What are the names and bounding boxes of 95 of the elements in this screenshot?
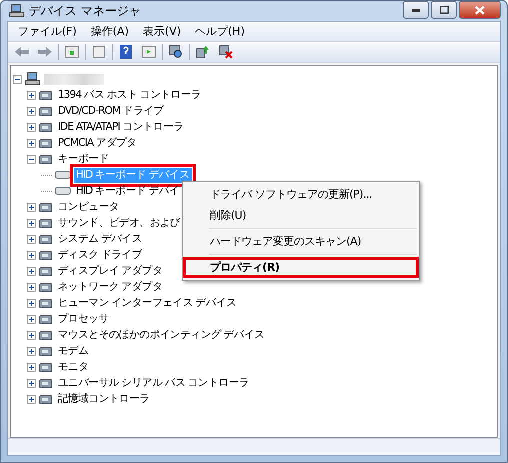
expand-toggle[interactable] (27, 330, 36, 340)
plus-icon (28, 348, 35, 354)
device-icon (39, 152, 53, 166)
device-icon (39, 296, 53, 310)
plus-icon (28, 252, 35, 258)
tree-item[interactable]: HID キーボード デバイ (74, 184, 182, 198)
menu-item[interactable]: 表示(V) (137, 23, 188, 40)
expand-toggle[interactable] (27, 202, 36, 212)
menu-item[interactable]: 操作(A) (84, 23, 136, 40)
tree-item[interactable]: ネットワーク アダプタ (56, 280, 165, 294)
collapse-toggle[interactable] (13, 74, 22, 84)
close-button[interactable] (459, 1, 501, 19)
menu-item[interactable]: 削除(U) (183, 205, 419, 226)
plus-icon (28, 364, 35, 370)
expand-toggle[interactable] (27, 378, 36, 388)
device-icon (39, 392, 53, 406)
computer-icon (9, 4, 25, 18)
blurred-label (44, 74, 104, 84)
tree-item[interactable]: コンピュータ (56, 200, 122, 214)
device-icon (39, 232, 53, 246)
tree-item[interactable]: サウンド、ビデオ、および (56, 216, 182, 230)
minimize-button[interactable] (403, 1, 429, 19)
expand-toggle[interactable] (27, 394, 36, 404)
plus-icon (28, 396, 35, 402)
maximize-icon (440, 6, 448, 14)
computer-icon (25, 72, 41, 86)
tree-item[interactable]: PCMCIA アダプタ (56, 136, 139, 150)
device-icon (39, 376, 53, 390)
menu-item[interactable]: ハードウェア変更のスキャン(A) (183, 231, 419, 252)
plus-icon (28, 140, 35, 146)
expand-toggle[interactable] (27, 282, 36, 292)
tree-item[interactable]: ユニバーサル シリアル バス コントローラ (56, 376, 252, 390)
keyboard-icon (55, 187, 71, 195)
device-icon (39, 360, 53, 374)
device-icon (39, 200, 53, 214)
expand-toggle[interactable] (27, 138, 36, 148)
maximize-button[interactable] (431, 1, 457, 19)
panel-icon[interactable] (62, 43, 82, 61)
plus-icon (28, 316, 35, 322)
expand-toggle[interactable] (27, 298, 36, 308)
tree-item[interactable]: IDE ATA/ATAPI コントローラ (56, 120, 186, 134)
tree-item[interactable]: システム デバイス (56, 232, 144, 246)
tree-item[interactable]: プロセッサ (56, 312, 112, 326)
menu-item[interactable]: ファイル(F) (12, 23, 83, 40)
window-title: デバイス マネージャ (29, 2, 141, 20)
plus-icon (28, 284, 35, 290)
keyboard-icon (55, 171, 71, 179)
menu-item[interactable]: プロパティ(R) (183, 257, 419, 278)
tree-item[interactable]: マウスとそのほかのポインティング デバイス (56, 328, 267, 342)
tree-item[interactable]: ヒューマン インターフェイス デバイス (56, 296, 238, 310)
device-icon (39, 120, 53, 134)
plus-icon (28, 124, 35, 130)
plus-icon (28, 380, 35, 386)
menu-item[interactable]: ドライバ ソフトウェアの更新(P)... (183, 184, 419, 205)
plus-icon (28, 108, 35, 114)
menu-item[interactable]: ヘルプ(H) (189, 23, 251, 40)
expand-toggle[interactable] (27, 122, 36, 132)
plus-icon (28, 300, 35, 306)
expand-toggle[interactable] (27, 234, 36, 244)
device-icon (39, 104, 53, 118)
tree-item[interactable]: キーボード (56, 152, 112, 166)
plus-icon (28, 236, 35, 242)
expand-toggle[interactable] (27, 314, 36, 324)
expand-toggle[interactable] (27, 266, 36, 276)
expand-toggle[interactable] (27, 90, 36, 100)
plus-icon (28, 220, 35, 226)
plus-icon (28, 268, 35, 274)
device-icon (39, 312, 53, 326)
close-icon (475, 6, 485, 14)
tree-item[interactable]: モデム (56, 344, 91, 358)
tree-item[interactable]: DVD/CD-ROM ドライブ (56, 104, 166, 118)
expand-toggle[interactable] (27, 218, 36, 228)
expand-toggle[interactable] (27, 346, 36, 356)
expand-toggle[interactable] (27, 250, 36, 260)
expand-toggle[interactable] (27, 106, 36, 116)
tree-item[interactable]: モニタ (56, 360, 91, 374)
device-icon (39, 344, 53, 358)
device-icon (39, 264, 53, 278)
tree-item[interactable]: 1394 バス ホスト コントローラ (56, 88, 204, 102)
tree-item[interactable]: 記憶域コントローラ (56, 392, 152, 406)
plus-icon (28, 92, 35, 98)
tree-item[interactable]: ディスク ドライブ (56, 248, 144, 262)
device-icon (39, 136, 53, 150)
minimize-icon (412, 8, 420, 12)
collapse-toggle[interactable] (27, 154, 36, 164)
device-icon (39, 328, 53, 342)
plus-icon (28, 204, 35, 210)
device-icon (39, 88, 53, 102)
panel-icon[interactable] (139, 43, 159, 61)
tree-item[interactable]: ディスプレイ アダプタ (56, 264, 165, 278)
expand-toggle[interactable] (27, 362, 36, 372)
plus-icon (28, 332, 35, 338)
device-icon (39, 248, 53, 262)
device-icon (39, 280, 53, 294)
device-icon (39, 216, 53, 230)
